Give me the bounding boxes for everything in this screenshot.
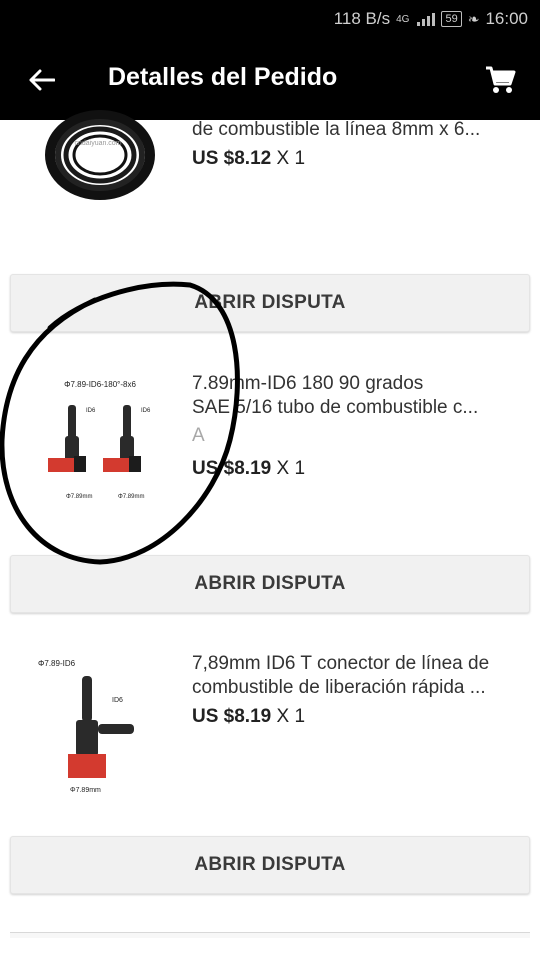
svg-text:Φ7.89mm: Φ7.89mm [118, 494, 144, 500]
network-type: 4G [396, 13, 410, 25]
product-qty: X 1 [276, 148, 306, 169]
svg-text:Φ7.89mm: Φ7.89mm [66, 494, 92, 500]
product-price: US $8.19 [192, 458, 272, 479]
svg-text:ID6: ID6 [141, 408, 151, 414]
svg-text:Φ7.89mm: Φ7.89mm [70, 787, 101, 794]
cart-icon[interactable] [480, 60, 520, 100]
order-details-screen: 118 B/s 4G 59 ❧ 16:00 Detalles del Pedid… [0, 0, 540, 960]
open-dispute-button[interactable]: ABRIR DISPUTA [10, 836, 530, 894]
svg-text:ID6: ID6 [112, 697, 123, 704]
product-variant: A [192, 425, 205, 446]
product-qty: X 1 [276, 706, 306, 727]
page-title: Detalles del Pedido [108, 63, 338, 91]
product-name-line2[interactable]: SAE 5/16 tubo de combustible c... [192, 396, 522, 420]
product-qty: X 1 [276, 458, 306, 479]
open-dispute-button[interactable]: ABRIR DISPUTA [10, 274, 530, 332]
status-bar: 118 B/s 4G 59 ❧ 16:00 [0, 0, 540, 38]
price-row: US $8.12 X 1 [192, 146, 522, 172]
leaf-icon: ❧ [467, 10, 480, 27]
product-price: US $8.19 [192, 706, 272, 727]
product-image-t-connector[interactable]: Φ7.89-ID6 ID6 Φ7.89mm [20, 650, 180, 810]
network-speed: 118 B/s [333, 9, 391, 28]
product-name-line1[interactable]: 7.89mm-ID6 180 90 grados [192, 372, 522, 396]
svg-text:Φ7.89-ID6: Φ7.89-ID6 [38, 659, 76, 668]
back-arrow-icon[interactable] [22, 60, 62, 100]
watermark: cndaiyuan.com [74, 140, 121, 147]
open-dispute-button[interactable]: ABRIR DISPUTA [10, 555, 530, 613]
order-items-list: cndaiyuan.com de combustible la línea 8m… [0, 110, 540, 960]
product-name-line1[interactable]: 7,89mm ID6 T conector de línea de [192, 652, 522, 676]
clock: 16:00 [485, 9, 528, 28]
product-price: US $8.12 [192, 148, 272, 169]
svg-text:Φ7.89-ID6-180°-8x6: Φ7.89-ID6-180°-8x6 [64, 380, 136, 389]
price-row: US $8.19 X 1 [192, 704, 522, 730]
list-divider [10, 932, 530, 938]
battery-icon: 59 [441, 11, 462, 27]
price-row: US $8.19 X 1 [192, 456, 522, 482]
app-bar: Detalles del Pedido [0, 38, 540, 120]
product-image-connector-180[interactable]: Φ7.89-ID6-180°-8x6 ID6 ID6 Φ7.89mm Φ7.89… [20, 370, 180, 530]
product-name[interactable]: de combustible la línea 8mm x 6... [192, 118, 522, 142]
product-name-line2[interactable]: combustible de liberación rápida ... [192, 676, 522, 700]
signal-icon [417, 12, 436, 26]
product-image-fuel-line[interactable]: cndaiyuan.com [20, 110, 180, 270]
svg-text:ID6: ID6 [86, 408, 96, 414]
